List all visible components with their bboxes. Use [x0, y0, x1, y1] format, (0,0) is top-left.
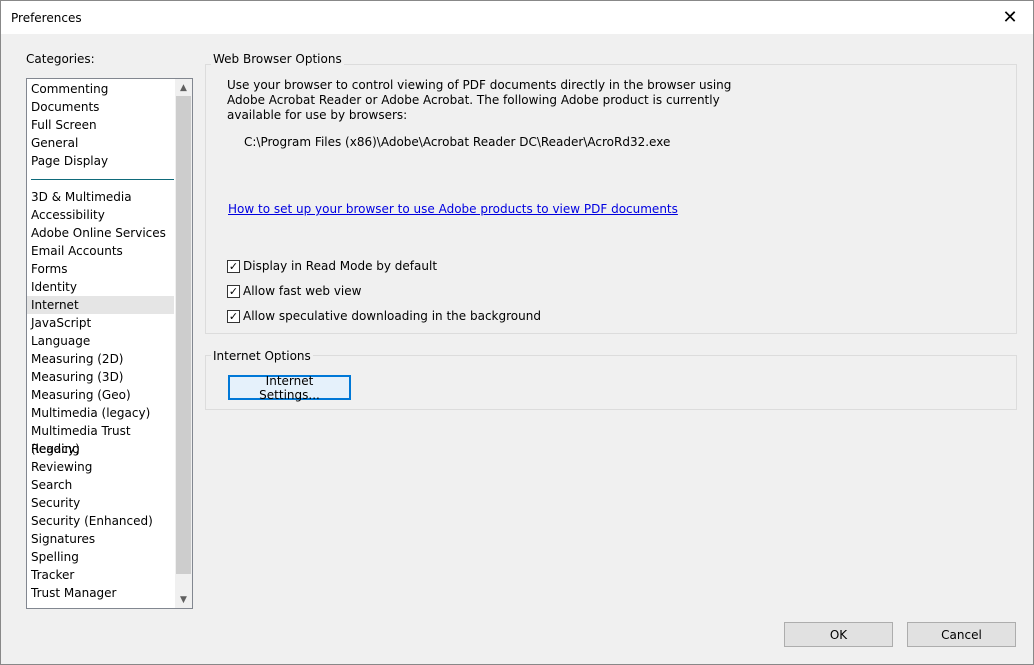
category-item[interactable]: Security — [27, 494, 174, 512]
categories-list[interactable]: ▲ ▼ Commenting Documents Full Screen Genera… — [26, 78, 193, 609]
category-item[interactable]: Page Display — [27, 152, 174, 170]
check-icon: ✓ — [228, 309, 239, 323]
read-mode-checkbox[interactable]: ✓ — [227, 259, 240, 273]
category-item[interactable]: Signatures — [27, 530, 174, 548]
category-item[interactable]: Reading — [27, 440, 174, 458]
speculative-download-checkbox-row[interactable]: ✓ Allow speculative downloading in the b… — [227, 309, 541, 323]
close-icon: ✕ — [1002, 7, 1018, 28]
check-icon: ✓ — [228, 259, 239, 273]
read-mode-label: Display in Read Mode by default — [243, 259, 438, 273]
category-item[interactable]: Search — [27, 476, 174, 494]
category-item[interactable]: Multimedia Trust (legacy) — [27, 422, 174, 456]
category-item[interactable]: General — [27, 134, 174, 152]
category-item[interactable]: Accessibility — [27, 206, 174, 224]
cancel-button[interactable]: Cancel — [907, 622, 1016, 647]
close-button[interactable]: ✕ — [987, 1, 1033, 34]
category-item[interactable]: Documents — [27, 98, 174, 116]
category-item[interactable]: JavaScript — [27, 314, 174, 332]
preferences-dialog: Preferences ✕ Categories: ▲ ▼ Commenting… — [0, 0, 1034, 665]
category-item[interactable]: Trust Manager — [27, 584, 174, 602]
ok-button[interactable]: OK — [784, 622, 893, 647]
fast-web-view-checkbox-row[interactable]: ✓ Allow fast web view — [227, 284, 361, 298]
product-path: C:\Program Files (x86)\Adobe\Acrobat Rea… — [244, 135, 671, 149]
read-mode-checkbox-row[interactable]: ✓ Display in Read Mode by default — [227, 259, 437, 273]
category-item[interactable]: Identity — [27, 278, 174, 296]
categories-label: Categories: — [26, 52, 95, 66]
category-separator — [31, 179, 174, 180]
category-item[interactable]: Measuring (3D) — [27, 368, 174, 386]
scroll-thumb[interactable] — [176, 96, 191, 574]
category-item[interactable]: Spelling — [27, 548, 174, 566]
chevron-up-icon[interactable]: ▲ — [175, 79, 192, 96]
internet-options-title: Internet Options — [211, 349, 313, 363]
category-item[interactable]: Full Screen — [27, 116, 174, 134]
browser-setup-help-link[interactable]: How to set up your browser to use Adobe … — [228, 202, 678, 216]
speculative-download-label: Allow speculative downloading in the bac… — [243, 309, 541, 323]
web-browser-options-title: Web Browser Options — [211, 52, 344, 66]
category-item[interactable]: Adobe Online Services — [27, 224, 174, 242]
category-item[interactable]: Internet — [27, 296, 174, 314]
fast-web-view-label: Allow fast web view — [243, 284, 362, 298]
window-title: Preferences — [11, 11, 82, 25]
category-item[interactable]: Security (Enhanced) — [27, 512, 174, 530]
category-item[interactable]: Email Accounts — [27, 242, 174, 260]
category-item[interactable]: Commenting — [27, 80, 174, 98]
fast-web-view-checkbox[interactable]: ✓ — [227, 284, 240, 298]
category-item[interactable]: Reviewing — [27, 458, 174, 476]
title-bar: Preferences ✕ — [1, 1, 1033, 34]
category-item[interactable]: Forms — [27, 260, 174, 278]
category-item[interactable]: 3D & Multimedia — [27, 188, 174, 206]
category-item[interactable]: Multimedia (legacy) — [27, 404, 174, 422]
check-icon: ✓ — [228, 284, 239, 298]
categories-scrollbar[interactable]: ▲ ▼ — [175, 79, 192, 608]
internet-settings-button[interactable]: Internet Settings... — [228, 374, 351, 402]
category-item[interactable]: Measuring (Geo) — [27, 386, 174, 404]
category-item[interactable]: Language — [27, 332, 174, 350]
browser-description: Use your browser to control viewing of P… — [227, 78, 732, 122]
category-item[interactable]: Measuring (2D) — [27, 350, 174, 368]
category-item[interactable]: Tracker — [27, 566, 174, 584]
chevron-down-icon[interactable]: ▼ — [175, 591, 192, 608]
speculative-download-checkbox[interactable]: ✓ — [227, 309, 240, 323]
